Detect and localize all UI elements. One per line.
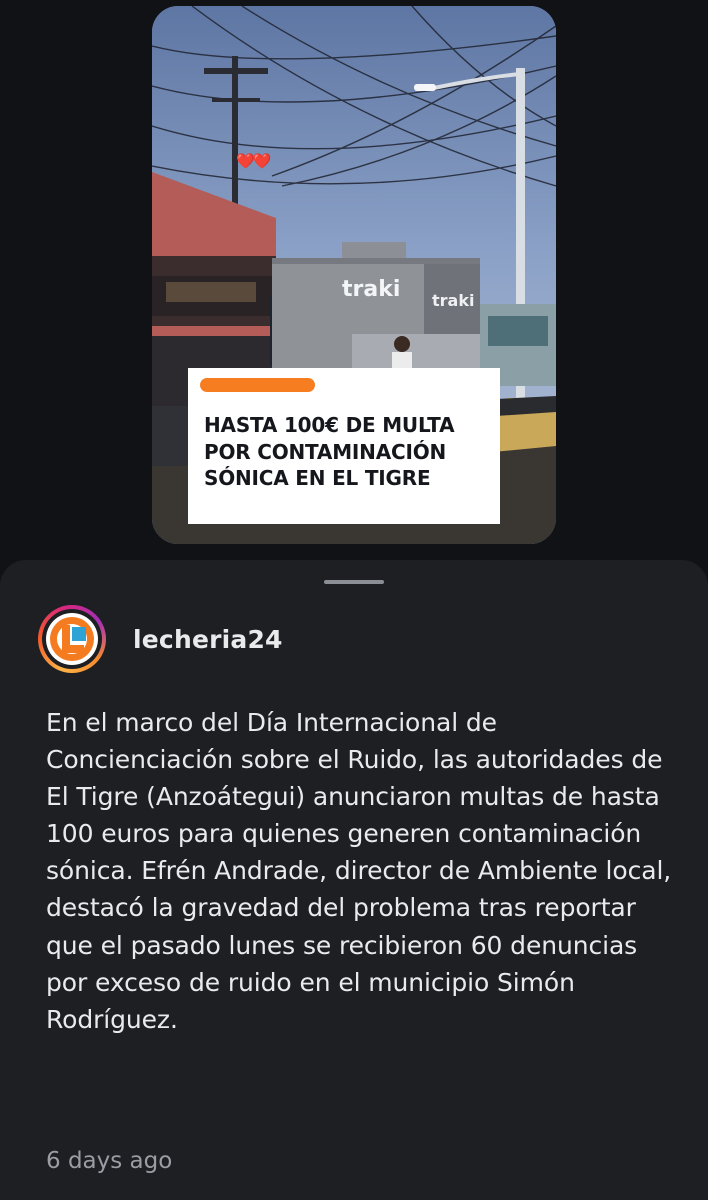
author-username[interactable]: lecheria24 (133, 625, 283, 654)
store-sign-side: traki (432, 291, 474, 310)
post-caption: En el marco del Día Internacional de Con… (46, 708, 672, 1034)
drag-handle[interactable] (324, 580, 384, 584)
headline-accent-bar (200, 378, 315, 392)
logo-l-icon (50, 617, 94, 661)
caption-sheet: lecheria24 En el marco del Día Internaci… (0, 560, 708, 1200)
avatar[interactable] (38, 605, 106, 673)
post-media-preview[interactable]: traki traki ❤️❤️ HASTA 100€ DE MULTA POR… (152, 6, 556, 544)
post-viewer: traki traki ❤️❤️ HASTA 100€ DE MULTA POR… (0, 0, 708, 1200)
headline-box: HASTA 100€ DE MULTA POR CONTAMINACIÓN SÓ… (188, 368, 500, 524)
author-row[interactable]: lecheria24 (38, 604, 283, 674)
lecheria24-logo (46, 613, 98, 665)
store-sign: traki (342, 277, 400, 302)
hearts-sticker: ❤️❤️ (236, 153, 271, 170)
headline-text: HASTA 100€ DE MULTA POR CONTAMINACIÓN SÓ… (204, 413, 455, 490)
post-timestamp: 6 days ago (46, 1148, 173, 1174)
